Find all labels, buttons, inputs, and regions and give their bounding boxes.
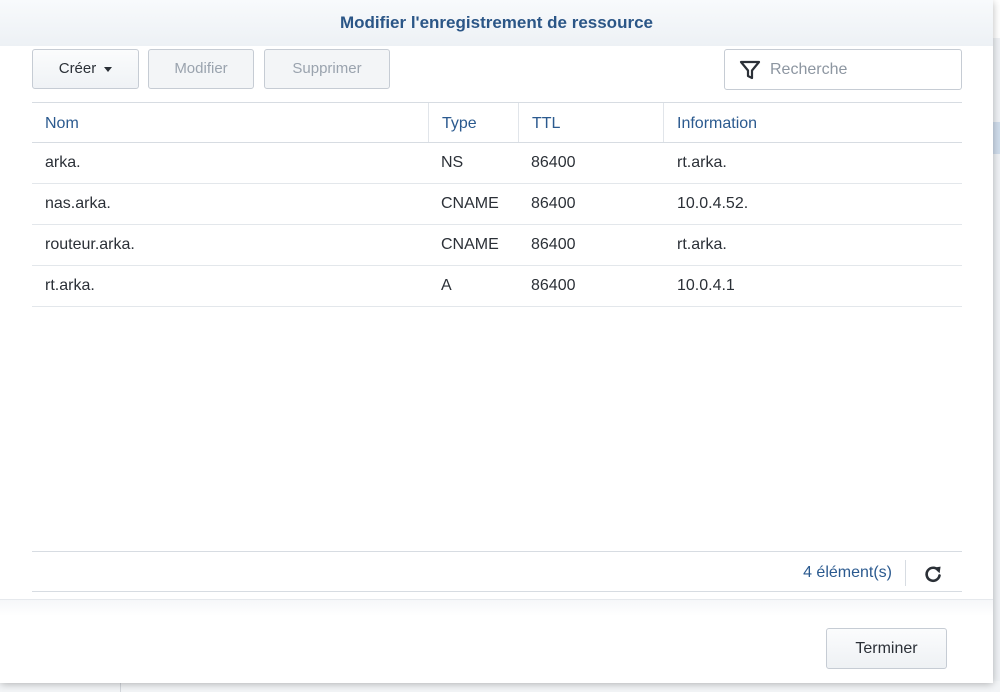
column-header-ttl[interactable]: TTL (519, 103, 664, 142)
finish-button[interactable]: Terminer (826, 628, 947, 669)
create-button[interactable]: Créer (32, 49, 139, 89)
pager-top-divider (32, 551, 962, 552)
pager-bottom-divider (32, 591, 962, 592)
cell-type: CNAME (441, 236, 499, 253)
cell-type: A (441, 277, 452, 294)
background-panel-accent (993, 122, 1000, 154)
create-button-label: Créer (58, 60, 97, 77)
pager-separator (905, 560, 906, 586)
table-row[interactable]: nas.arka. CNAME 86400 10.0.4.52. (32, 184, 962, 225)
dialog-title: Modifier l'enregistrement de ressource (0, 0, 993, 46)
cell-ttl: 86400 (531, 236, 576, 253)
cell-information: 10.0.4.52. (677, 195, 749, 212)
table-row[interactable]: rt.arka. A 86400 10.0.4.1 (32, 266, 962, 307)
cell-information: rt.arka. (677, 154, 727, 171)
caret-down-icon (104, 66, 113, 72)
search-box[interactable] (724, 49, 962, 90)
refresh-icon[interactable] (922, 563, 944, 585)
search-input[interactable] (770, 58, 950, 82)
edit-resource-record-dialog: Modifier l'enregistrement de ressource C… (0, 0, 993, 683)
cell-name: arka. (45, 154, 81, 171)
cell-name: rt.arka. (45, 277, 95, 294)
table-row[interactable]: routeur.arka. CNAME 86400 rt.arka. (32, 225, 962, 266)
cell-information: 10.0.4.1 (677, 277, 735, 294)
records-table: Nom Type TTL Information arka. NS 86400 … (32, 102, 962, 307)
cell-name: nas.arka. (45, 195, 111, 212)
column-header-name[interactable]: Nom (32, 103, 429, 142)
column-header-type[interactable]: Type (429, 103, 519, 142)
table-row[interactable]: arka. NS 86400 rt.arka. (32, 143, 962, 184)
cell-type: CNAME (441, 195, 499, 212)
item-count: 4 élément(s) (803, 564, 892, 581)
cell-name: routeur.arka. (45, 236, 135, 253)
modify-button[interactable]: Modifier (148, 49, 254, 89)
column-header-information[interactable]: Information (664, 103, 962, 142)
cell-type: NS (441, 154, 464, 171)
delete-button[interactable]: Supprimer (264, 49, 390, 89)
table-header: Nom Type TTL Information (32, 102, 962, 143)
cell-ttl: 86400 (531, 154, 576, 171)
cell-information: rt.arka. (677, 236, 727, 253)
cell-ttl: 86400 (531, 277, 576, 294)
filter-icon (739, 60, 761, 80)
cell-ttl: 86400 (531, 195, 576, 212)
